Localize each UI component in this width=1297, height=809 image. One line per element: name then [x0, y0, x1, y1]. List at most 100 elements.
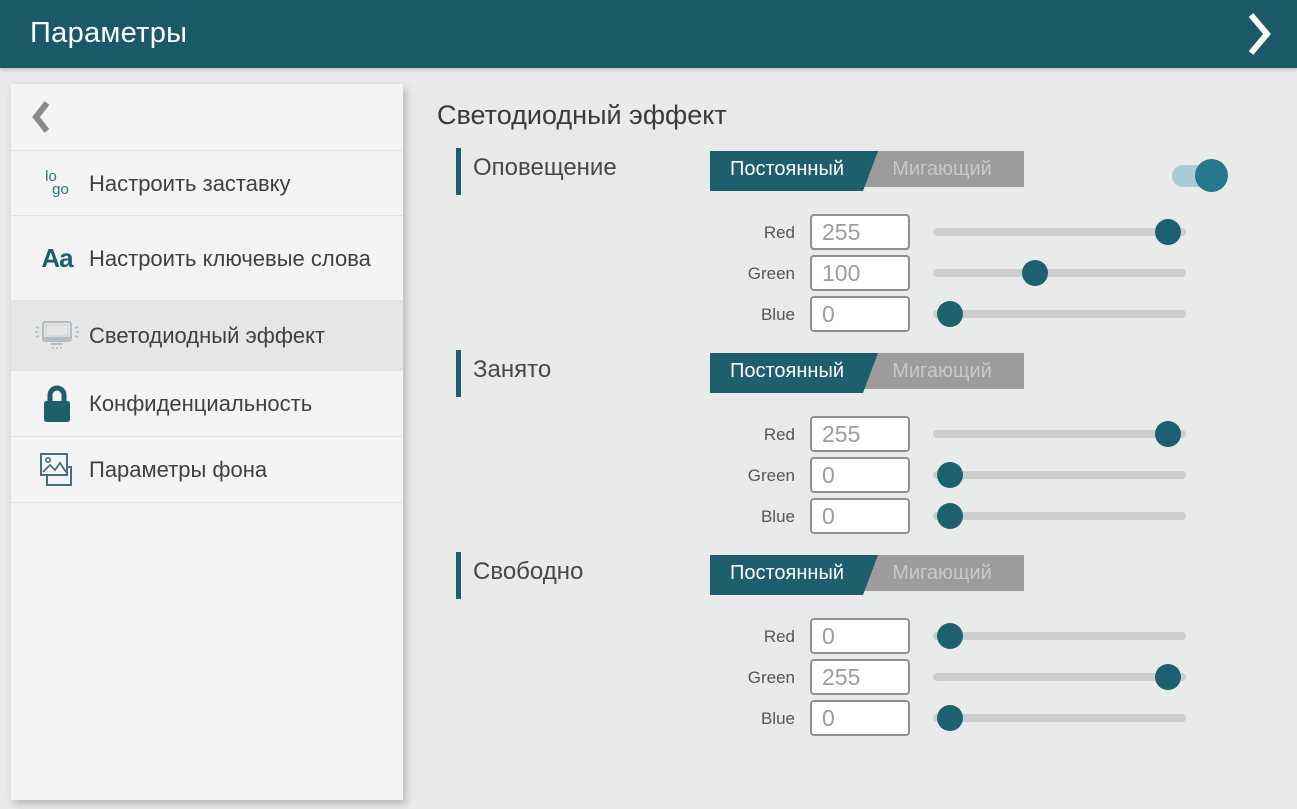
blue-slider[interactable]: [933, 296, 1186, 332]
rgb-row-green: Green: [437, 457, 1297, 493]
red-value-input[interactable]: [810, 214, 910, 250]
slider-track[interactable]: [933, 269, 1186, 277]
letters-icon: Aa: [33, 243, 81, 274]
page-title: Параметры: [30, 0, 187, 66]
sidebar-item-label: Параметры фона: [81, 456, 283, 483]
rgb-row-red: Red: [437, 214, 1297, 250]
slider-thumb[interactable]: [937, 705, 963, 731]
slider-track[interactable]: [933, 673, 1186, 681]
blue-value-input[interactable]: [810, 498, 910, 534]
chevron-right-icon: [1247, 12, 1273, 56]
blue-value-input[interactable]: [810, 700, 910, 736]
green-slider[interactable]: [933, 255, 1186, 291]
green-value-input[interactable]: [810, 659, 910, 695]
sidebar: lo go Настроить заставку Aa Настроить кл…: [11, 84, 403, 800]
sidebar-item-label: Настроить ключевые слова: [81, 245, 387, 272]
green-slider[interactable]: [933, 659, 1186, 695]
slider-thumb[interactable]: [1155, 219, 1181, 245]
rgb-row-blue: Blue: [437, 296, 1297, 332]
sidebar-item-splash-screen[interactable]: lo go Настроить заставку: [11, 151, 403, 216]
slider-track[interactable]: [933, 471, 1186, 479]
header-bar: Параметры: [0, 0, 1297, 68]
red-value-input[interactable]: [810, 618, 910, 654]
slider-track[interactable]: [933, 310, 1186, 318]
red-value-input[interactable]: [810, 416, 910, 452]
mode-blinking-button[interactable]: Мигающий: [860, 353, 1024, 389]
slider-track[interactable]: [933, 430, 1186, 438]
slider-track[interactable]: [933, 714, 1186, 722]
red-label: Red: [640, 214, 795, 252]
red-label: Red: [640, 618, 795, 656]
sidebar-item-label: Конфиденциальность: [81, 390, 328, 417]
mode-segmented-control: Мигающий Постоянный: [710, 353, 1024, 393]
rgb-row-blue: Blue: [437, 700, 1297, 736]
slider-thumb[interactable]: [937, 623, 963, 649]
slider-thumb[interactable]: [1155, 421, 1181, 447]
sidebar-item-led-effect[interactable]: Светодиодный эффект: [11, 301, 403, 371]
slider-thumb[interactable]: [1155, 664, 1181, 690]
red-slider[interactable]: [933, 214, 1186, 250]
sidebar-item-label: Настроить заставку: [81, 170, 307, 197]
background-images-icon: [33, 451, 81, 489]
accent-bar: [456, 148, 461, 195]
blue-label: Blue: [640, 700, 795, 738]
rgb-row-red: Red: [437, 618, 1297, 654]
rgb-row-red: Red: [437, 416, 1297, 452]
mode-blinking-button[interactable]: Мигающий: [860, 151, 1024, 187]
sidebar-item-keywords[interactable]: Aa Настроить ключевые слова: [11, 216, 403, 301]
green-value-input[interactable]: [810, 255, 910, 291]
sidebar-item-background[interactable]: Параметры фона: [11, 437, 403, 503]
accent-bar: [456, 350, 461, 397]
chevron-left-icon: [31, 101, 51, 133]
settings-screen: Параметры lo go Настроить заставку: [0, 0, 1297, 809]
slider-track[interactable]: [933, 512, 1186, 520]
slider-thumb[interactable]: [937, 503, 963, 529]
slider-thumb[interactable]: [1022, 260, 1048, 286]
green-value-input[interactable]: [810, 457, 910, 493]
green-label: Green: [640, 659, 795, 697]
accent-bar: [456, 552, 461, 599]
blue-value-input[interactable]: [810, 296, 910, 332]
slider-thumb[interactable]: [937, 301, 963, 327]
blue-slider[interactable]: [933, 700, 1186, 736]
forward-button[interactable]: [1245, 12, 1275, 56]
led-display-icon: [33, 319, 81, 353]
sidebar-item-privacy[interactable]: Конфиденциальность: [11, 371, 403, 437]
section-label: Свободно: [473, 558, 583, 586]
rgb-row-green: Green: [437, 255, 1297, 291]
alert-enabled-toggle[interactable]: [1172, 156, 1228, 194]
rgb-row-green: Green: [437, 659, 1297, 695]
mode-constant-button[interactable]: Постоянный: [710, 555, 878, 595]
letters-icon-text: Aa: [41, 243, 72, 274]
slider-track[interactable]: [933, 228, 1186, 236]
sidebar-item-label: Светодиодный эффект: [81, 322, 341, 349]
red-label: Red: [640, 416, 795, 454]
logo-icon-text-bottom: go: [52, 183, 69, 196]
mode-segmented-control: Мигающий Постоянный: [710, 151, 1024, 191]
lock-icon: [33, 384, 81, 424]
mode-segmented-control: Мигающий Постоянный: [710, 555, 1024, 595]
blue-slider[interactable]: [933, 498, 1186, 534]
section-label: Занято: [473, 356, 551, 384]
slider-thumb[interactable]: [937, 462, 963, 488]
blue-label: Blue: [640, 296, 795, 334]
back-button[interactable]: [11, 84, 403, 151]
blue-label: Blue: [640, 498, 795, 536]
toggle-thumb: [1195, 159, 1228, 192]
section-free: Свободно Мигающий Постоянный Red Green B…: [437, 550, 1297, 746]
mode-blinking-button[interactable]: Мигающий: [860, 555, 1024, 591]
section-label: Оповещение: [473, 154, 617, 182]
logo-icon: lo go: [33, 170, 81, 196]
green-label: Green: [640, 457, 795, 495]
rgb-row-blue: Blue: [437, 498, 1297, 534]
content-title: Светодиодный эффект: [437, 100, 727, 131]
green-label: Green: [640, 255, 795, 293]
slider-track[interactable]: [933, 632, 1186, 640]
mode-constant-button[interactable]: Постоянный: [710, 353, 878, 393]
red-slider[interactable]: [933, 618, 1186, 654]
section-alert: Оповещение Мигающий Постоянный Red Green: [437, 146, 1297, 342]
section-busy: Занято Мигающий Постоянный Red Green Blu…: [437, 348, 1297, 544]
mode-constant-button[interactable]: Постоянный: [710, 151, 878, 191]
red-slider[interactable]: [933, 416, 1186, 452]
green-slider[interactable]: [933, 457, 1186, 493]
